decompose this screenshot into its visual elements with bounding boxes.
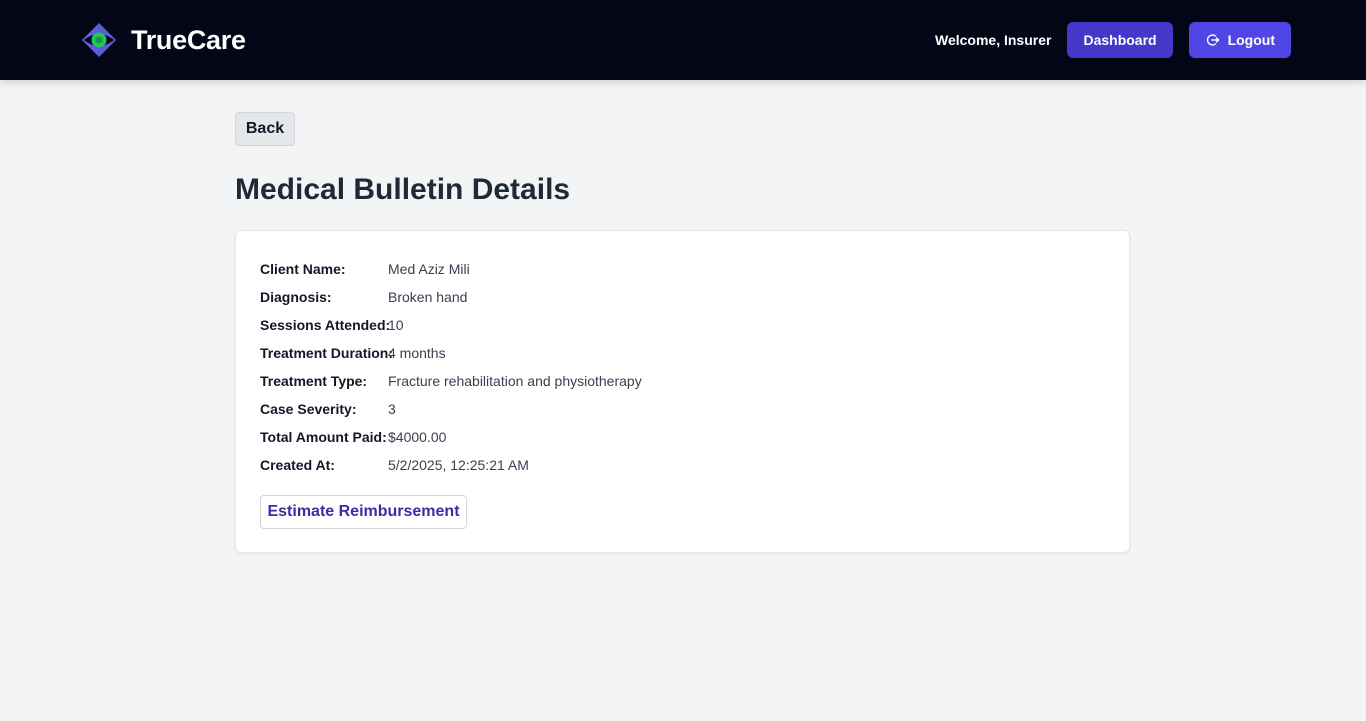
detail-value: 10 [388,317,404,333]
detail-label: Treatment Type: [260,373,368,389]
detail-label: Total Amount Paid: [260,429,387,445]
detail-label: Sessions Attended: [260,317,391,333]
detail-value: Broken hand [388,289,468,305]
detail-label: Diagnosis: [260,289,332,305]
detail-label: Client Name: [260,261,346,277]
detail-label: Created At: [260,457,335,473]
logout-label: Logout [1227,32,1275,48]
estimate-reimbursement-button[interactable]: Estimate Reimbursement [260,495,467,529]
detail-row-sessions-attended: Sessions Attended: 10 [260,311,642,339]
detail-row-total-amount-paid: Total Amount Paid: $4000.00 [260,423,642,451]
detail-row-case-severity: Case Severity: 3 [260,395,642,423]
logout-icon [1206,34,1219,46]
bulletin-details-card: Client Name: Med Aziz Mili Diagnosis: Br… [235,230,1130,553]
detail-label: Case Severity: [260,401,357,417]
welcome-text: Welcome, Insurer [935,32,1052,48]
detail-label: Treatment Duration: [260,345,394,361]
back-button[interactable]: Back [235,112,295,146]
detail-list: Client Name: Med Aziz Mili Diagnosis: Br… [260,255,642,479]
truecare-logo-icon [82,23,116,57]
detail-value: 4 months [388,345,446,361]
detail-row-created-at: Created At: 5/2/2025, 12:25:21 AM [260,451,642,479]
detail-row-client-name: Client Name: Med Aziz Mili [260,255,642,283]
detail-value: Med Aziz Mili [388,261,470,277]
detail-row-treatment-type: Treatment Type: Fracture rehabilitation … [260,367,642,395]
detail-value: $4000.00 [388,429,447,445]
page-title: Medical Bulletin Details [235,173,571,206]
detail-value: Fracture rehabilitation and physiotherap… [388,373,642,389]
logout-button[interactable]: Logout [1188,22,1291,58]
brand-name: TrueCare [131,24,246,55]
detail-value: 3 [388,401,396,417]
detail-row-treatment-duration: Treatment Duration: 4 months [260,339,642,367]
brand[interactable]: TrueCare [80,22,246,58]
detail-row-diagnosis: Diagnosis: Broken hand [260,283,642,311]
nav-actions: Welcome, Insurer Dashboard Logout [935,22,1291,58]
top-navbar: TrueCare Welcome, Insurer Dashboard Logo… [0,0,1366,80]
detail-value: 5/2/2025, 12:25:21 AM [388,457,529,473]
dashboard-button[interactable]: Dashboard [1067,22,1173,58]
